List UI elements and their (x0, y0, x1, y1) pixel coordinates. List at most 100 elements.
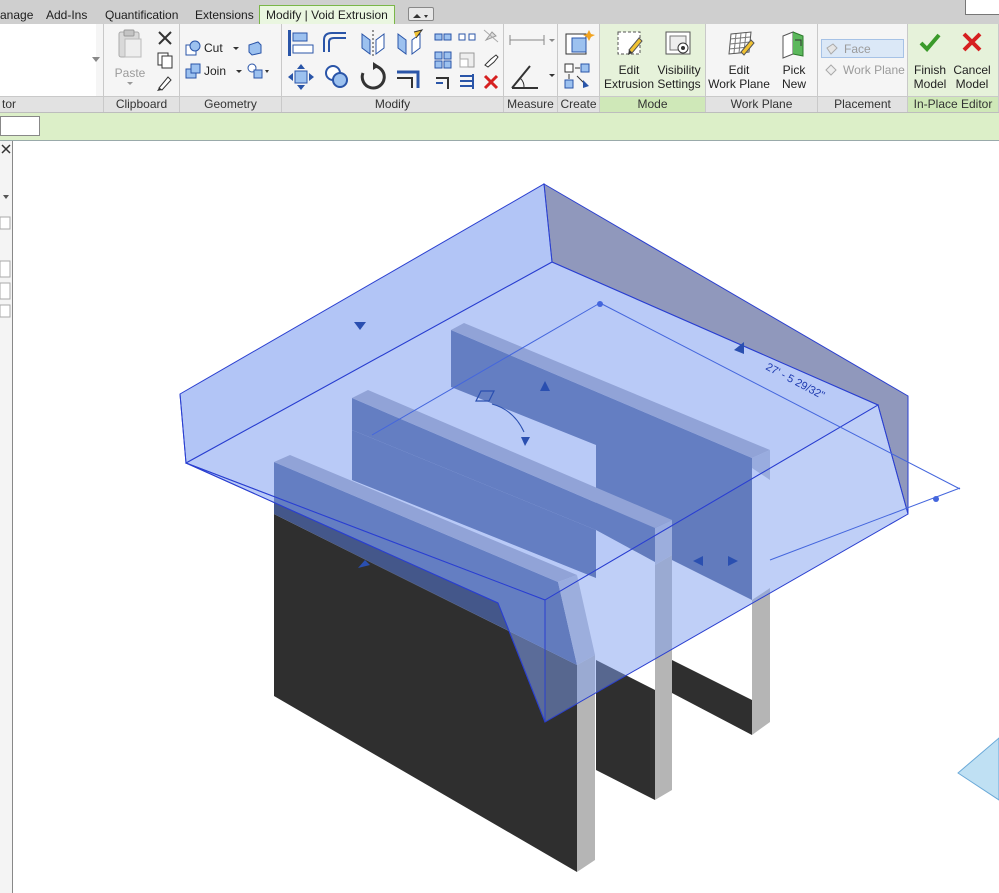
angle-icon[interactable] (508, 60, 556, 92)
3d-viewport[interactable]: 27' - 5 29/32" (13, 141, 999, 893)
visibility-settings-label-1: Visibility (657, 63, 701, 77)
panel-in-place-editor: Finish Model Cancel Model In-Place Edito… (908, 24, 999, 112)
edit-extrusion-label-2: Extrusion (603, 77, 655, 91)
delete-icon[interactable] (482, 73, 500, 91)
visibility-settings-button[interactable]: Visibility Settings (654, 26, 704, 94)
work-plane-placement-button[interactable]: Work Plane (821, 61, 906, 80)
panel-title-editor: tor (0, 96, 103, 112)
copy-icon[interactable] (156, 51, 174, 69)
dropdown-arrow-icon (233, 47, 239, 50)
wall-joins-icon[interactable] (246, 39, 264, 57)
edit-work-plane-button[interactable]: Edit Work Plane (708, 26, 770, 94)
cancel-model-label-2: Model (955, 77, 989, 91)
trim-single-icon[interactable] (434, 73, 452, 91)
cut-scissors-icon[interactable] (156, 29, 174, 47)
work-plane-placement-label: Work Plane (843, 63, 905, 77)
chevron-down-icon (413, 14, 428, 18)
split-gap-icon[interactable] (458, 30, 476, 44)
rotate-icon[interactable] (358, 62, 388, 92)
tab-extensions[interactable]: Extensions (195, 6, 254, 24)
face-placement-button[interactable]: Face (821, 39, 904, 58)
trim-multiple-icon[interactable] (458, 73, 476, 91)
array-icon[interactable] (434, 51, 452, 69)
panel-measure: Measure (504, 24, 558, 112)
split-face-icon[interactable] (246, 62, 270, 80)
pick-new-icon (782, 31, 804, 59)
panel-title-in-place-editor: In-Place Editor (908, 96, 998, 112)
finish-check-icon (919, 33, 941, 52)
edit-extrusion-icon (617, 31, 643, 55)
panel-work-plane: Edit Work Plane Pick New Work Plane (706, 24, 818, 112)
dropdown-arrow-icon (236, 70, 242, 73)
edit-work-plane-label-1: Edit (728, 63, 750, 77)
edit-extrusion-label-1: Edit (618, 63, 640, 77)
cut-geometry-icon (185, 40, 201, 56)
paste-button[interactable]: Paste (112, 28, 148, 88)
join-geometry-icon (185, 63, 201, 79)
trim-extend-icon[interactable] (394, 62, 424, 92)
window-control-stub (965, 0, 999, 15)
tab-add-ins[interactable]: Add-Ins (46, 6, 87, 24)
tab-modify-void-extrusion[interactable]: Modify | Void Extrusion (259, 5, 395, 24)
copy-element-icon[interactable] (322, 62, 352, 92)
options-bar (0, 113, 999, 141)
offset-icon[interactable] (320, 28, 350, 58)
palette-controls-stub (0, 144, 11, 318)
type-selector-stub[interactable] (0, 24, 96, 96)
panel-clipboard: Paste Clipboard (104, 24, 180, 112)
dropdown-arrow-icon (92, 57, 100, 62)
panel-title-placement: Placement (818, 96, 907, 112)
options-bar-input[interactable] (0, 116, 40, 136)
paste-label: Paste (114, 66, 146, 80)
pick-new-label-1: Pick (782, 63, 806, 77)
ribbon-minimize-button[interactable] (408, 7, 434, 21)
pick-new-button[interactable]: Pick New (772, 26, 816, 94)
pin-icon[interactable] (482, 51, 500, 69)
tab-manage[interactable]: anage (0, 6, 33, 24)
edit-work-plane-label-2: Work Plane (708, 77, 770, 91)
pick-new-label-2: New (781, 77, 806, 91)
panel-title-work-plane: Work Plane (706, 96, 817, 112)
create-similar-icon[interactable] (563, 28, 595, 58)
finish-model-label-1: Finish (913, 63, 946, 77)
cancel-x-icon (962, 32, 982, 52)
scale-icon[interactable] (458, 51, 476, 69)
panel-title-geometry: Geometry (180, 96, 281, 112)
panel-title-clipboard: Clipboard (104, 96, 179, 112)
unpin-icon[interactable] (482, 28, 500, 44)
ribbon: tor Paste Clipboard Cut Join Geometry Mo… (0, 24, 999, 113)
panel-modify: Modify (282, 24, 504, 112)
cancel-model-label-1: Cancel (953, 63, 991, 77)
panel-title-mode: Mode (600, 96, 705, 112)
face-label: Face (844, 42, 871, 56)
edit-work-plane-icon (728, 31, 755, 56)
cancel-model-button[interactable]: Cancel Model (950, 26, 994, 94)
align-icon[interactable] (286, 28, 316, 58)
view-cube-fragment[interactable] (957, 737, 999, 801)
join-geometry-button[interactable]: Join (184, 62, 244, 80)
cut-label: Cut (204, 41, 223, 55)
panel-geometry: Cut Join Geometry (180, 24, 282, 112)
mirror-axis-icon[interactable] (358, 28, 388, 58)
split-element-icon[interactable] (434, 30, 452, 44)
panel-editor: tor (0, 24, 104, 112)
join-label: Join (204, 64, 227, 78)
panel-mode: Edit Extrusion Visibility Settings Mode (600, 24, 706, 112)
create-group-icon[interactable] (563, 62, 595, 92)
match-properties-icon[interactable] (156, 73, 174, 91)
measure-icon[interactable] (508, 30, 556, 50)
paste-icon (118, 29, 142, 58)
visibility-settings-label-2: Settings (657, 77, 701, 91)
edit-extrusion-button[interactable]: Edit Extrusion (603, 26, 655, 94)
finish-model-button[interactable]: Finish Model (910, 26, 950, 94)
panel-title-create: Create (558, 96, 599, 112)
dropdown-arrow-icon (127, 82, 133, 85)
tab-quantification[interactable]: Quantification (105, 6, 178, 24)
mirror-draw-icon[interactable] (394, 28, 424, 58)
cut-geometry-button[interactable]: Cut (184, 39, 244, 57)
face-icon (826, 43, 838, 55)
panel-title-measure: Measure (504, 96, 557, 112)
move-icon[interactable] (286, 62, 316, 92)
panel-title-modify: Modify (282, 96, 503, 112)
properties-palette-edge (0, 141, 13, 893)
